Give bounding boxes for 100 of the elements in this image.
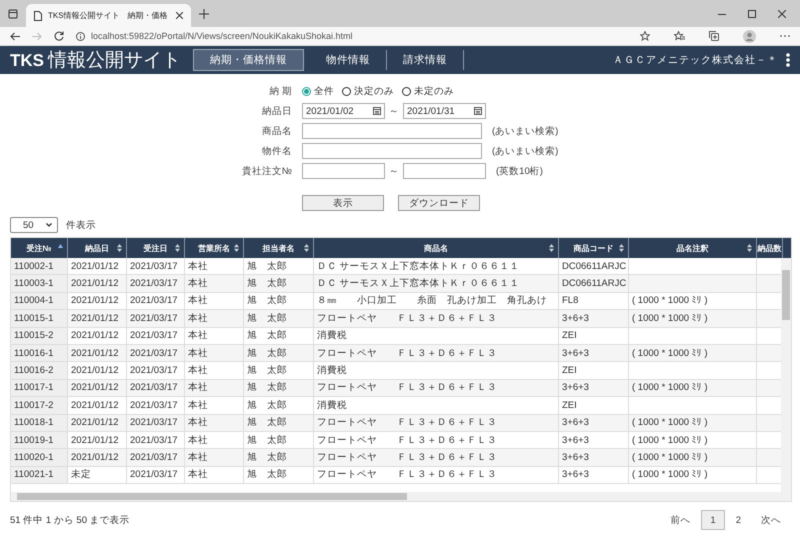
reload-icon[interactable] [54,31,64,41]
column-header[interactable]: 商品コード [559,238,629,258]
close-icon[interactable] [176,12,183,19]
horizontal-scrollbar[interactable] [11,492,791,501]
table-cell: 本社 [185,275,244,293]
table-cell: 2021/01/12 [68,414,127,432]
column-header[interactable]: 商品名 [314,238,559,258]
vertical-scrollbar[interactable] [781,258,791,492]
table-cell: 本社 [185,449,244,467]
date-field[interactable]: 2021/01/31 [403,103,486,119]
calendar-icon[interactable] [373,107,381,115]
address-field[interactable]: localhost:59822/oPortal/N/Views/screen/NoukiKakakuShokai.html [91,31,352,41]
sort-icon[interactable] [549,244,554,252]
input-field[interactable] [302,163,385,179]
table-cell: 110017-1 [11,380,68,398]
column-header[interactable]: 担当者名 [244,238,314,258]
field-label: 納品日 [261,104,292,118]
star-add-icon[interactable] [640,31,650,41]
column-header[interactable]: 営業所名 [185,238,244,258]
sort-icon[interactable] [175,244,180,252]
field-hint: (英数10桁) [496,164,543,178]
field-hint: (あいまい検索) [492,124,558,138]
table-cell: フロートペヤ ＦＬ３＋Ｄ６＋ＦＬ３ [314,344,559,362]
table-cell: 3+6+3 [559,449,629,467]
action-button[interactable]: 表示 [302,195,384,211]
sort-icon[interactable] [747,244,752,252]
nav-tab[interactable]: 請求情報 [387,50,464,70]
column-header[interactable]: 品名注釈 [629,238,757,258]
table-cell: フロートペヤ ＦＬ３＋Ｄ６＋ＦＬ３ [314,449,559,467]
sort-icon[interactable] [117,244,122,252]
radio-label[interactable]: 全件 [314,84,334,98]
tab-actions-icon[interactable] [8,8,18,18]
browser-tab[interactable]: TKS情報公開サイト 納期・価格 [26,4,191,27]
table-cell: 本社 [185,344,244,362]
profile-icon[interactable] [743,30,756,42]
table-cell: フロートペヤ ＦＬ３＋Ｄ６＋ＦＬ３ [314,310,559,328]
page-button[interactable]: 前へ [661,510,700,530]
radio-label[interactable]: 未定のみ [414,84,454,98]
table-cell: 2021/03/17 [127,380,185,398]
table-cell: 旭 太郎 [244,310,314,328]
table-cell: 2021/03/17 [127,310,185,328]
radio-button[interactable] [302,86,311,96]
nav-tab[interactable]: 物件情報 [310,50,387,70]
table-cell: ＤＣ サーモスＸ上下窓本体トＫｒ０６６１１ [314,275,559,293]
maximize-icon[interactable] [748,10,756,18]
calendar-icon[interactable] [474,107,482,115]
collections-icon[interactable] [709,31,719,41]
table-cell: 2021/03/17 [127,414,185,432]
table-cell: ( 1000 * 1000 ﾐﾘ ) [629,380,757,398]
table-cell: 110015-1 [11,310,68,328]
results-summary: 51 件中 1 から 50 まで表示 [10,514,130,526]
nav-tab[interactable]: 納期・価格情報 [193,49,304,71]
table-cell: 2021/03/17 [127,275,185,293]
action-button[interactable]: ダウンロード [398,195,480,211]
table-cell: 2021/01/12 [68,449,127,467]
table-cell: 110004-1 [11,292,68,310]
table-cell: ( 1000 * 1000 ﾐﾘ ) [629,310,757,328]
table-cell: 旭 太郎 [244,344,314,362]
radio-button[interactable] [342,86,351,96]
sort-icon[interactable] [304,244,309,252]
table-cell: フロートペヤ ＦＬ３＋Ｄ６＋ＦＬ３ [314,380,559,398]
date-field[interactable]: 2021/01/02 [302,103,385,119]
table-cell: 2021/01/12 [68,310,127,328]
table-cell: ( 1000 * 1000 ﾐﾘ ) [629,466,757,484]
info-icon[interactable] [76,32,85,40]
input-field[interactable] [302,143,482,159]
new-tab-icon[interactable] [199,8,209,18]
column-header[interactable]: 納品日 [68,238,127,258]
back-icon[interactable] [10,32,20,40]
sort-icon[interactable] [234,244,239,252]
table-cell: 2021/03/17 [127,449,185,467]
sort-ascending-icon[interactable] [58,244,63,248]
chevron-down-icon [46,223,52,227]
favorites-icon[interactable] [674,31,685,41]
table-cell: 旭 太郎 [244,275,314,293]
field-label: 貴社注文№ [240,164,292,178]
kebab-menu-icon[interactable] [786,53,790,67]
table-cell: 2021/03/17 [127,344,185,362]
input-field[interactable] [302,123,482,139]
page-size-select[interactable]: 50 [10,217,58,233]
input-field[interactable] [403,163,486,179]
tab-title: TKS情報公開サイト 納期・価格 [48,10,169,21]
column-header[interactable]: 受注日 [127,238,185,258]
table-cell: DC06611ARJC [559,275,629,293]
field-hint: (あいまい検索) [492,144,558,158]
table-cell: 未定 [68,466,127,484]
table-cell: ( 1000 * 1000 ﾐﾘ ) [629,344,757,362]
table-cell: 本社 [185,466,244,484]
page-button[interactable]: 2 [726,510,750,530]
site-logo[interactable]: TKS 情報公開サイト [10,47,181,73]
radio-button[interactable] [402,86,411,96]
page-button[interactable]: 1 [701,510,725,530]
close-icon[interactable] [778,10,786,18]
table-cell: 110003-1 [11,275,68,293]
table-cell: 110018-1 [11,414,68,432]
page-button[interactable]: 次へ [752,510,790,530]
radio-label[interactable]: 決定のみ [354,84,394,98]
table-cell: フロートペヤ ＦＬ３＋Ｄ６＋ＦＬ３ [314,466,559,484]
table-cell: 旭 太郎 [244,449,314,467]
sort-icon[interactable] [619,244,624,252]
